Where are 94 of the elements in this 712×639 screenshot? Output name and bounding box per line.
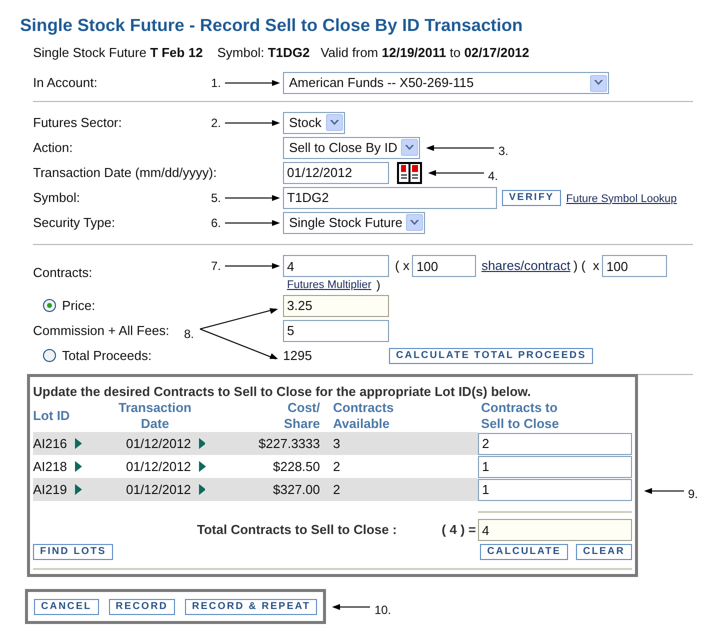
callout-arrow	[225, 263, 280, 269]
table-cell-text: AI218	[33, 458, 67, 476]
amount-field[interactable]: 5	[283, 320, 389, 342]
table-cell-text: 01/12/2012	[126, 480, 192, 499]
page-title: Single Stock Future - Record Sell to Close By ID Transaction	[19, 14, 524, 36]
action-button[interactable]: RECORD & REPEAT	[185, 598, 318, 614]
summary-text: Single Stock Future T Feb 12 Symbol: T1DG2 Valid from 12/19/2011 to 02/17/2012	[32, 44, 530, 61]
action-button[interactable]: RECORD	[108, 598, 176, 614]
callout-arrow	[644, 488, 684, 494]
action-button[interactable]: FIND LOTS	[33, 544, 114, 560]
table-cell-text: $327.00	[273, 480, 320, 499]
callout-number: 10.	[374, 602, 392, 618]
column-header: Contracts to Sell to Close	[480, 400, 560, 432]
radio-button[interactable]	[43, 299, 56, 312]
callout-arrow	[225, 120, 280, 126]
callout-arrow	[428, 170, 484, 176]
sell-field[interactable]: 2	[478, 432, 632, 454]
calculate-button[interactable]: CALCULATE TOTAL PROCEEDS	[389, 348, 594, 364]
field-label: Security Type:	[33, 214, 116, 232]
shares-field[interactable]: 100	[412, 255, 476, 277]
chevron-down-icon	[590, 74, 607, 92]
field-label: Price:	[62, 296, 96, 315]
field-label: Symbol:	[33, 188, 80, 207]
table-cell-text: 3	[333, 434, 340, 453]
dropdown[interactable]: Sell to Close By ID	[283, 136, 420, 158]
callout-number: 3.	[498, 142, 508, 160]
total-label: Total Contracts to Sell to Close :	[197, 521, 397, 540]
multiplier-link[interactable]: Futures Multiplier	[287, 276, 372, 294]
table-cell-text: $227.3333	[258, 434, 320, 453]
callout-number: 1.	[210, 75, 221, 92]
contracts-field[interactable]: 4	[283, 255, 389, 277]
callout-number: 7.	[210, 258, 221, 275]
table-cell-text: 01/12/2012	[126, 434, 192, 453]
operator-text: ( x	[395, 257, 410, 276]
callout-arrow	[426, 144, 494, 150]
symbol-field[interactable]: T1DG2	[283, 186, 497, 208]
table-cell-text: AI219	[33, 480, 67, 499]
operator-text: )	[376, 277, 380, 294]
field-label: In Account:	[33, 74, 98, 92]
callout-arrow	[225, 194, 280, 200]
calendar-icon[interactable]	[397, 162, 422, 184]
chevron-down-icon	[401, 139, 418, 156]
action-button[interactable]: CALCULATE	[480, 544, 568, 560]
chevron-down-icon	[406, 214, 424, 231]
triangle-icon[interactable]	[199, 438, 206, 449]
instruction-text: Update the desired Contracts to Sell to Close for the appropriate Lot ID(s) below.	[33, 383, 532, 400]
table-cell-text: 2	[333, 480, 340, 499]
field-label: Transaction Date (mm/dd/yyyy):	[33, 164, 217, 182]
table-cell-text: AI216	[33, 434, 67, 453]
callout-arrow	[225, 80, 280, 86]
sell-field[interactable]: 1	[478, 478, 632, 500]
field-label: Commission + All Fees:	[33, 322, 170, 340]
radio-button[interactable]	[43, 349, 56, 362]
dropdown[interactable]: Single Stock Future	[283, 212, 426, 234]
callout-arrow	[332, 604, 370, 610]
field-label: Futures Sector:	[33, 114, 122, 132]
callout-number: 8.	[184, 326, 194, 343]
callout-number: 9.	[688, 486, 698, 503]
chevron-down-icon	[326, 114, 343, 131]
column-header: Contracts Available	[332, 400, 395, 432]
triangle-icon[interactable]	[199, 484, 206, 495]
verify-button[interactable]: VERIFY	[502, 190, 562, 206]
total-field[interactable]: 4	[478, 519, 632, 541]
total-sum: ( 4 ) =	[442, 521, 476, 540]
account-dropdown[interactable]: American Funds -- X50-269-115	[283, 72, 609, 94]
callout-number: 2.	[210, 114, 221, 132]
operator-text: ) ( x	[573, 257, 600, 276]
multiplier-field[interactable]: 100	[602, 255, 668, 277]
action-button[interactable]: CLEAR	[576, 544, 632, 560]
callout-number: 5.	[210, 190, 221, 206]
table-cell-text: 01/12/2012	[126, 458, 192, 476]
dropdown[interactable]: Stock	[283, 112, 345, 134]
field-label: Action:	[33, 138, 73, 157]
lookup-link[interactable]: Future Symbol Lookup	[566, 190, 677, 208]
table-cell-text: 2	[333, 458, 340, 476]
amount-field[interactable]: 3.25	[283, 294, 389, 316]
action-button[interactable]: CANCEL	[34, 598, 99, 614]
column-header: Lot ID	[33, 408, 71, 424]
sell-field[interactable]: 1	[478, 456, 632, 478]
triangle-icon[interactable]	[74, 461, 82, 472]
field-label: Total Proceeds:	[62, 346, 152, 365]
shares-link[interactable]: shares/contract	[481, 256, 570, 276]
field-label: Contracts:	[33, 264, 92, 282]
column-header: Transaction Date	[118, 400, 192, 432]
triangle-icon[interactable]	[74, 438, 82, 449]
triangle-icon[interactable]	[199, 461, 206, 472]
table-cell-text: $228.50	[273, 458, 320, 476]
column-header: Cost/ Share	[282, 400, 320, 432]
callout-arrow	[225, 220, 280, 226]
proceeds-value: 1295	[283, 346, 313, 365]
triangle-icon[interactable]	[74, 484, 82, 495]
callout-number: 4.	[488, 168, 498, 184]
callout-number: 6.	[210, 214, 221, 232]
date-field[interactable]: 01/12/2012	[283, 162, 389, 184]
